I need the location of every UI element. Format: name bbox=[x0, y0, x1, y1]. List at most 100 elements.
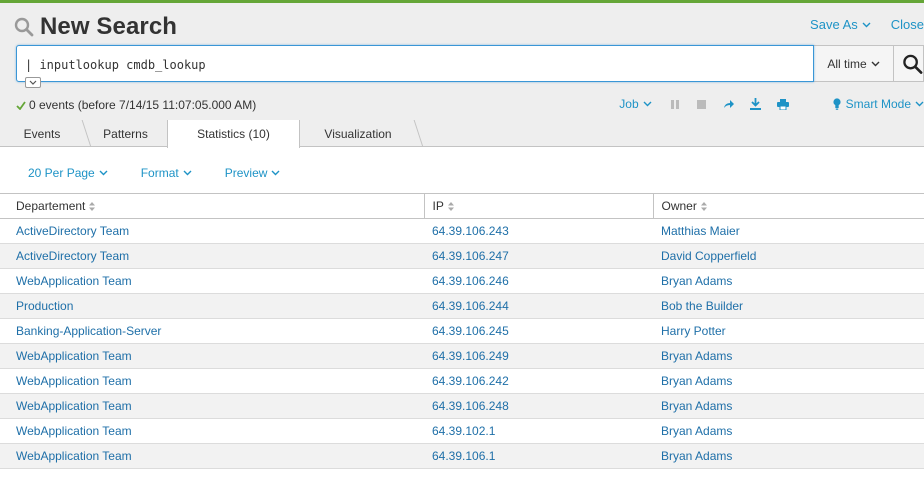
preview-dropdown[interactable]: Preview bbox=[225, 166, 281, 180]
time-range-picker[interactable]: All time bbox=[814, 45, 894, 82]
table-row: WebApplication Team 64.39.106.249 Bryan … bbox=[0, 343, 924, 369]
cell-departement[interactable]: WebApplication Team bbox=[0, 268, 424, 294]
cell-ip[interactable]: 64.39.106.244 bbox=[424, 293, 653, 319]
format-label: Format bbox=[140, 166, 179, 180]
search-icon bbox=[903, 54, 923, 74]
chevron-down-icon bbox=[862, 22, 871, 27]
job-label: Job bbox=[619, 97, 639, 111]
tab-statistics[interactable]: Statistics (10) bbox=[167, 120, 300, 148]
tab-events[interactable]: Events bbox=[0, 120, 84, 147]
table-row: Banking-Application-Server 64.39.106.245… bbox=[0, 318, 924, 344]
print-button[interactable] bbox=[774, 98, 792, 110]
cell-ip[interactable]: 64.39.106.248 bbox=[424, 393, 653, 419]
cell-ip[interactable]: 64.39.106.243 bbox=[424, 218, 653, 244]
header-actions: Save As Close bbox=[810, 17, 924, 32]
cell-owner[interactable]: Bryan Adams bbox=[653, 368, 924, 394]
table-header-row: Departement IP Owner bbox=[0, 193, 924, 219]
per-page-dropdown[interactable]: 20 Per Page bbox=[28, 166, 108, 180]
cell-owner[interactable]: Bryan Adams bbox=[653, 393, 924, 419]
search-input[interactable]: | inputlookup cmdb_lookup bbox=[16, 45, 814, 88]
save-as-button[interactable]: Save As bbox=[810, 17, 871, 32]
per-page-label: 20 Per Page bbox=[28, 166, 95, 180]
cell-departement[interactable]: WebApplication Team bbox=[0, 368, 424, 394]
preview-label: Preview bbox=[224, 166, 268, 180]
download-icon bbox=[750, 98, 762, 110]
cell-departement[interactable]: WebApplication Team bbox=[0, 443, 424, 469]
format-dropdown[interactable]: Format bbox=[141, 166, 192, 180]
print-icon bbox=[776, 98, 789, 110]
table-row: WebApplication Team 64.39.106.246 Bryan … bbox=[0, 268, 924, 294]
expand-search-handle[interactable] bbox=[25, 77, 41, 88]
cell-departement[interactable]: Banking-Application-Server bbox=[0, 318, 424, 344]
column-header-ip[interactable]: IP bbox=[423, 193, 653, 219]
cell-departement[interactable]: WebApplication Team bbox=[0, 343, 424, 369]
chevron-down-icon bbox=[643, 101, 652, 107]
search-icon bbox=[14, 17, 34, 37]
chevron-down-icon bbox=[271, 170, 280, 176]
stop-icon bbox=[697, 99, 707, 109]
cell-departement[interactable]: ActiveDirectory Team bbox=[0, 218, 424, 244]
cell-owner[interactable]: Harry Potter bbox=[653, 318, 924, 344]
save-as-label: Save As bbox=[810, 17, 858, 32]
search-header: New Search Save As Close | inputlookup c… bbox=[0, 0, 924, 120]
close-button[interactable]: Close bbox=[891, 17, 924, 32]
cell-ip[interactable]: 64.39.106.246 bbox=[424, 268, 653, 294]
page-title: New Search bbox=[40, 13, 178, 40]
cell-ip[interactable]: 64.39.106.245 bbox=[424, 318, 653, 344]
table-row: WebApplication Team 64.39.106.248 Bryan … bbox=[0, 393, 924, 419]
pause-icon bbox=[670, 99, 679, 109]
chevron-down-icon bbox=[29, 80, 37, 85]
job-menu-button[interactable]: Job bbox=[619, 97, 652, 111]
cell-owner[interactable]: Bryan Adams bbox=[653, 443, 924, 469]
cell-owner[interactable]: Matthias Maier bbox=[653, 218, 924, 244]
chevron-down-icon bbox=[183, 170, 192, 176]
pause-button[interactable] bbox=[666, 99, 684, 109]
column-header-owner[interactable]: Owner bbox=[652, 193, 924, 219]
cell-ip[interactable]: 64.39.106.247 bbox=[424, 243, 653, 269]
cell-departement[interactable]: WebApplication Team bbox=[0, 418, 424, 444]
chevron-down-icon bbox=[871, 61, 880, 66]
share-icon bbox=[723, 100, 734, 108]
results-tabs: Events Patterns Statistics (10) Visualiz… bbox=[0, 120, 924, 148]
statistics-table: Departement IP Owner ActiveDirectory Tea… bbox=[0, 193, 924, 469]
cell-departement[interactable]: Production bbox=[0, 293, 424, 319]
tab-patterns[interactable]: Patterns bbox=[84, 120, 167, 147]
stop-button[interactable] bbox=[693, 99, 711, 109]
job-status-row: 0 events (before 7/14/15 11:07:05.000 AM… bbox=[16, 97, 924, 113]
sort-icon bbox=[89, 202, 96, 212]
chevron-down-icon bbox=[915, 101, 924, 107]
cell-ip[interactable]: 64.39.106.249 bbox=[424, 343, 653, 369]
tab-visualization[interactable]: Visualization bbox=[300, 120, 416, 147]
column-header-departement[interactable]: Departement bbox=[0, 193, 424, 219]
export-button[interactable] bbox=[747, 98, 765, 110]
column-header-label: IP bbox=[432, 199, 444, 213]
sort-icon bbox=[700, 202, 707, 212]
table-row: Production 64.39.106.244 Bob the Builder bbox=[0, 293, 924, 319]
share-button[interactable] bbox=[720, 99, 738, 109]
cell-owner[interactable]: David Copperfield bbox=[653, 243, 924, 269]
cell-ip[interactable]: 64.39.106.1 bbox=[424, 443, 653, 469]
cell-owner[interactable]: Bryan Adams bbox=[653, 418, 924, 444]
job-controls: Job Smart Mode bbox=[619, 97, 924, 111]
cell-owner[interactable]: Bryan Adams bbox=[653, 343, 924, 369]
table-row: ActiveDirectory Team 64.39.106.247 David… bbox=[0, 243, 924, 269]
column-header-label: Departement bbox=[16, 199, 86, 213]
table-row: ActiveDirectory Team 64.39.106.243 Matth… bbox=[0, 218, 924, 244]
time-range-label: All time bbox=[827, 56, 867, 71]
search-mode-label: Smart Mode bbox=[845, 97, 911, 111]
cell-ip[interactable]: 64.39.106.242 bbox=[424, 368, 653, 394]
search-bar: | inputlookup cmdb_lookup All time bbox=[16, 45, 924, 88]
lightbulb-icon bbox=[833, 98, 841, 110]
cell-owner[interactable]: Bob the Builder bbox=[653, 293, 924, 319]
sort-icon bbox=[447, 202, 454, 212]
search-query-text: | inputlookup cmdb_lookup bbox=[25, 58, 206, 72]
table-controls: 20 Per Page Format Preview bbox=[28, 166, 313, 180]
column-header-label: Owner bbox=[661, 199, 697, 213]
search-button[interactable] bbox=[894, 45, 924, 82]
cell-ip[interactable]: 64.39.102.1 bbox=[424, 418, 653, 444]
cell-owner[interactable]: Bryan Adams bbox=[653, 268, 924, 294]
cell-departement[interactable]: WebApplication Team bbox=[0, 393, 424, 419]
search-mode-selector[interactable]: Smart Mode bbox=[833, 97, 924, 111]
table-row: WebApplication Team 64.39.106.242 Bryan … bbox=[0, 368, 924, 394]
cell-departement[interactable]: ActiveDirectory Team bbox=[0, 243, 424, 269]
